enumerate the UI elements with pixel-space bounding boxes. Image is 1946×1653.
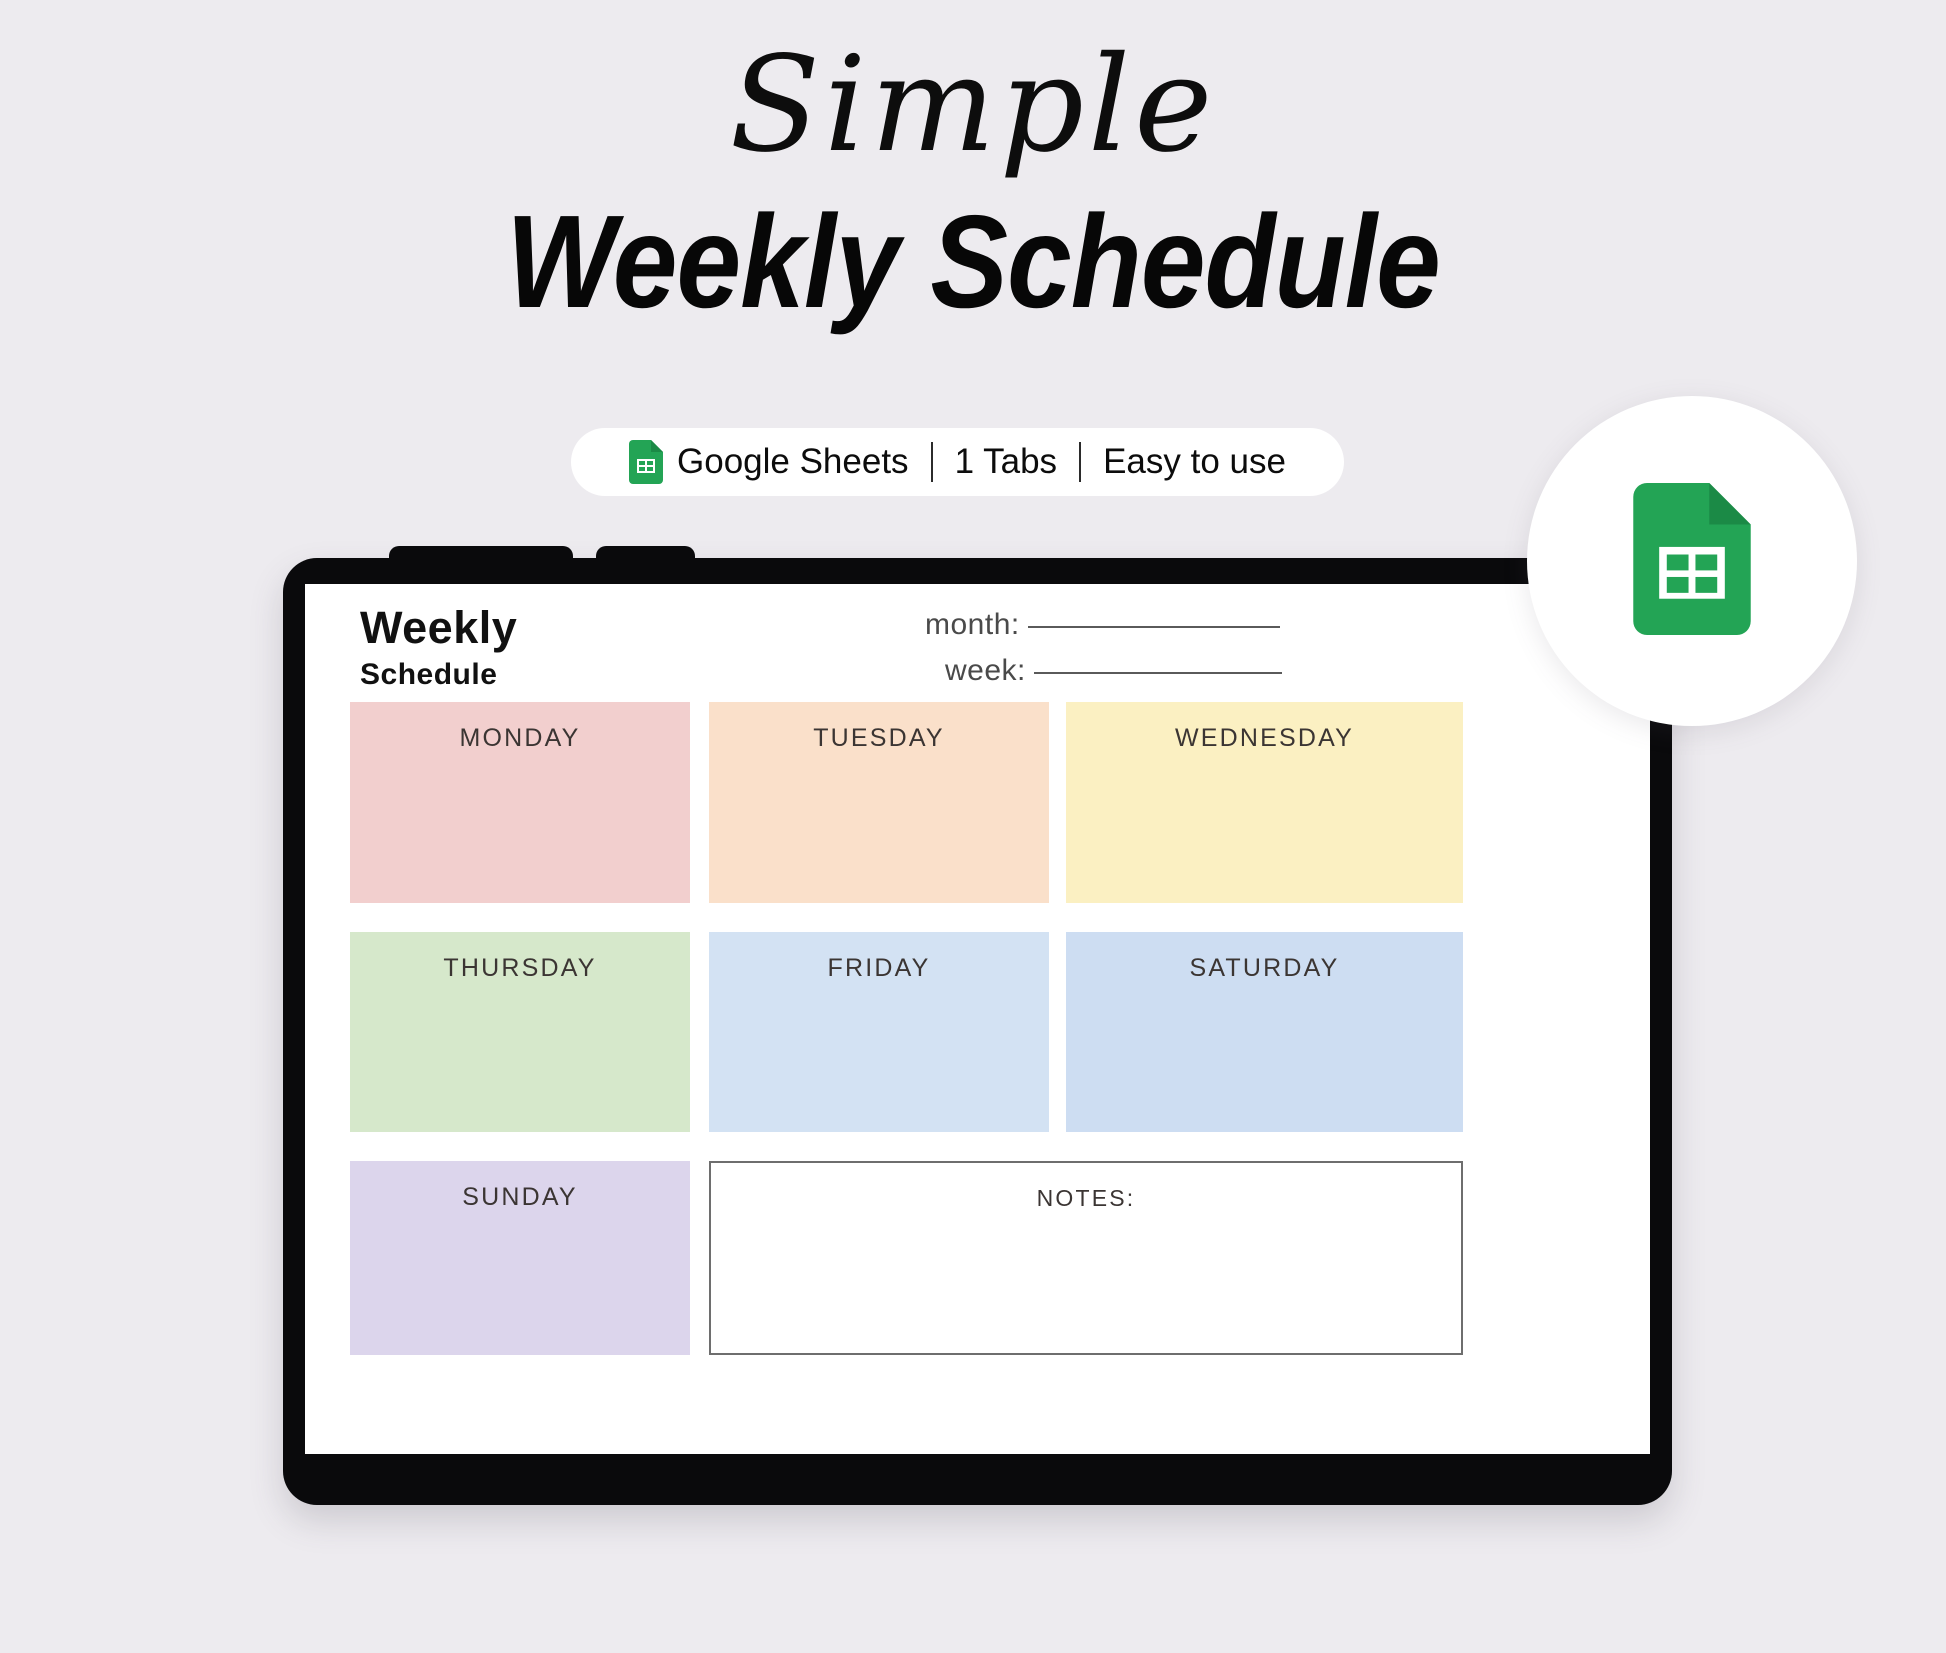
day-label: SATURDAY — [1189, 954, 1340, 982]
day-card-friday[interactable]: FRIDAY — [709, 932, 1049, 1132]
feature-badge-bar: Google Sheets 1 Tabs Easy to use — [571, 428, 1344, 496]
day-label: FRIDAY — [827, 954, 931, 982]
day-card-wednesday[interactable]: WEDNESDAY — [1066, 702, 1463, 903]
sheet-title: Weekly — [360, 602, 518, 653]
script-title: Simple — [729, 28, 1217, 182]
sheet-subtitle: Schedule — [360, 658, 498, 691]
badge-tabs-segment: 1 Tabs — [933, 442, 1080, 482]
day-label: SUNDAY — [462, 1183, 578, 1211]
badge-ease-segment: Easy to use — [1081, 442, 1308, 482]
month-input[interactable] — [1027, 626, 1280, 628]
tablet-device: Weekly Schedule month: week: MONDAY TUES… — [283, 546, 1672, 1505]
notes-label: NOTES: — [1036, 1185, 1136, 1211]
tablet-top-nub-left — [389, 546, 573, 568]
badge-app-label: Google Sheets — [677, 442, 909, 481]
sheet-header: Weekly Schedule month: week: — [305, 584, 1650, 702]
day-card-sunday[interactable]: SUNDAY — [350, 1161, 690, 1355]
badge-tabs-label: 1 Tabs — [954, 442, 1058, 481]
month-field-row: month: — [925, 608, 1280, 642]
poster-canvas: Simple Weekly Schedule Google Sheets 1 T… — [0, 0, 1946, 1653]
day-card-tuesday[interactable]: TUESDAY — [709, 702, 1049, 903]
day-label: WEDNESDAY — [1174, 724, 1355, 752]
week-input[interactable] — [1033, 672, 1282, 674]
day-card-thursday[interactable]: THURSDAY — [350, 932, 690, 1132]
google-sheets-icon — [629, 440, 663, 484]
day-label: MONDAY — [459, 724, 581, 752]
badge-ease-label: Easy to use — [1103, 442, 1286, 481]
day-card-saturday[interactable]: SATURDAY — [1066, 932, 1463, 1132]
day-label: TUESDAY — [813, 724, 945, 752]
week-field-label: week: — [945, 654, 1026, 687]
floating-logo-badge — [1527, 396, 1857, 726]
notes-box[interactable]: NOTES: — [709, 1161, 1463, 1355]
tablet-top-nub-right — [596, 546, 695, 568]
day-label: THURSDAY — [443, 954, 597, 982]
tablet-screen: Weekly Schedule month: week: MONDAY TUES… — [305, 584, 1650, 1454]
week-field-row: week: — [945, 654, 1282, 688]
page-title: Weekly Schedule — [506, 188, 1441, 335]
day-card-monday[interactable]: MONDAY — [350, 702, 690, 903]
month-field-label: month: — [925, 608, 1020, 641]
google-sheets-icon — [1633, 482, 1751, 640]
badge-app-segment: Google Sheets — [607, 440, 931, 484]
